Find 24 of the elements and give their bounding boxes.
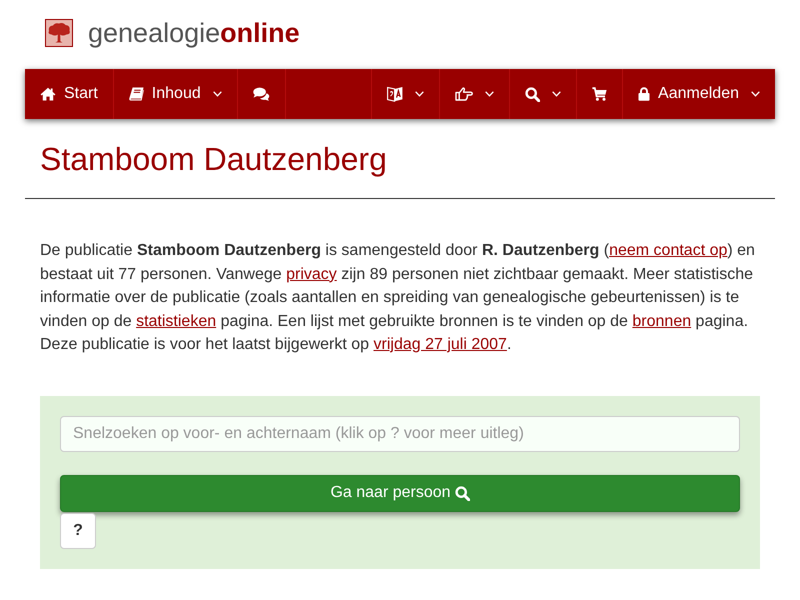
nav-menu-item[interactable]: Start xyxy=(25,69,114,119)
text-link[interactable]: bronnen xyxy=(632,312,692,330)
help-button[interactable]: ? xyxy=(60,512,96,548)
translate-icon xyxy=(387,86,404,102)
book-icon xyxy=(128,87,144,101)
nav-menu-item[interactable]: Aanmelden xyxy=(622,69,775,119)
tree-logo-icon xyxy=(45,19,73,47)
text-link[interactable]: statistieken xyxy=(136,312,216,330)
search-field[interactable]: Snelzoeken op voor- en achternaam (klik op ? voor meer uitleg) xyxy=(60,416,740,452)
pointing-hand-icon xyxy=(455,87,474,101)
page-title: Stamboom Dautzenberg xyxy=(40,141,388,177)
cart-icon xyxy=(592,87,608,101)
text-link[interactable]: privacy xyxy=(286,266,337,282)
intro-paragraph: De publicatie Stamboom Dautzenberg is samengesteld door R. Dautzenberg (neem contact op) en bestaat uit 77 personen. Vanwege privacy zijn 89 personen niet zichtbaar gemaakt. Meer statistische informatie over de publicatie (zoals aantallen en spreiding van genealogische gebeurtenissen) is te vinden op de statistieken pagina. Een lijst met gebruikte bronnen is te vinden op de bronnen pagina. Deze publicatie is voor het laatst bijgewerkt op vrijdag 27 juli 2007. xyxy=(40,241,756,355)
text-link[interactable]: neem contact op xyxy=(609,242,728,259)
home-icon xyxy=(40,87,56,101)
search-icon xyxy=(525,86,540,102)
go-to-person-button[interactable]: Ga naar persoon xyxy=(60,474,740,512)
lock-icon xyxy=(638,87,650,101)
text-link[interactable]: vrijdag 27 juli 2007 xyxy=(374,336,507,353)
nav-menu-item[interactable]: Inhoud xyxy=(114,69,238,119)
chat-icon xyxy=(252,87,270,101)
site-logo-text[interactable]: genealogieonline xyxy=(88,17,300,49)
search-icon xyxy=(454,486,470,500)
